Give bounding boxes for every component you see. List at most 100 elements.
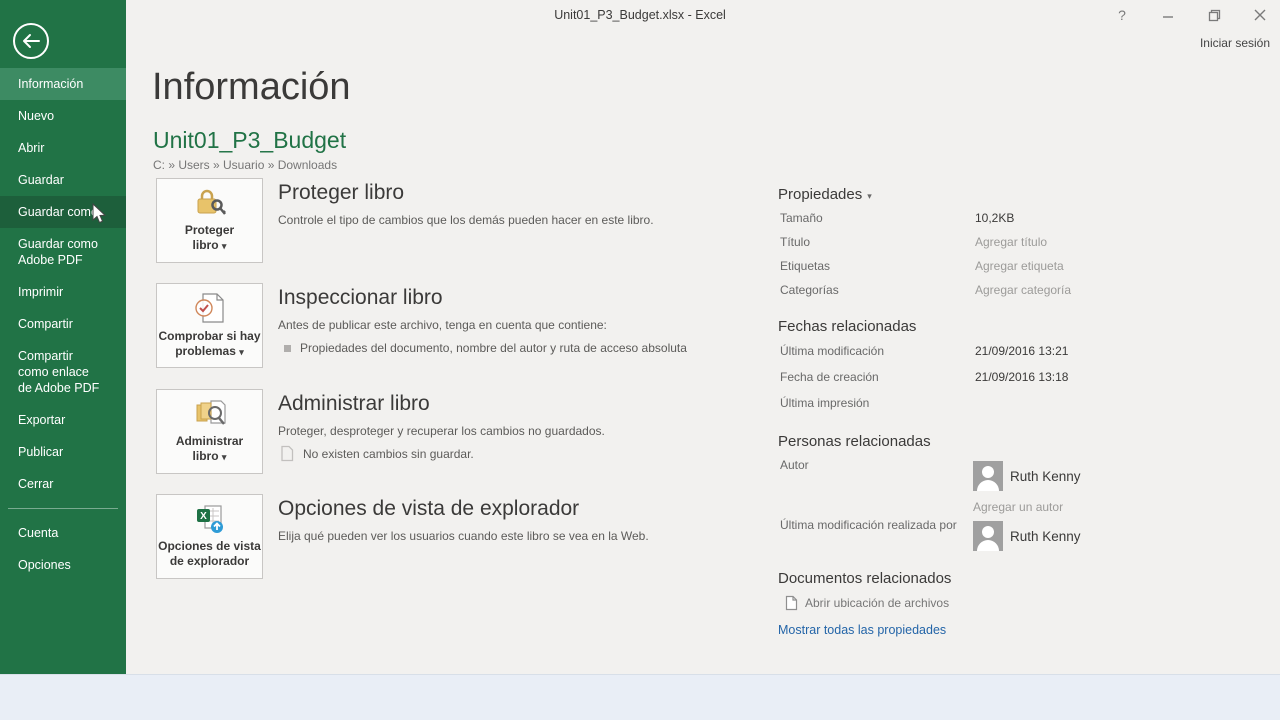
browser-view-desc: Elija qué pueden ver los usuarios cuando…: [278, 529, 649, 543]
section-inspect-workbook: Comprobar si hay problemas ▾ Inspecciona…: [156, 283, 758, 368]
property-label: Categorías: [780, 283, 839, 297]
property-value: 10,2KB: [975, 211, 1015, 225]
property-label: Tamaño: [780, 211, 823, 225]
sidebar-item-compartir-enlace-adobe-pdf[interactable]: Compartir como enlace de Adobe PDF: [0, 340, 112, 404]
sidebar-item-imprimir[interactable]: Imprimir: [0, 276, 126, 308]
author-label-row: Autor: [780, 458, 975, 472]
backstage-nav: Información Nuevo Abrir Guardar Guardar …: [0, 68, 126, 581]
check-for-issues-button[interactable]: Comprobar si hay problemas ▾: [156, 283, 263, 368]
mouse-cursor: [92, 203, 107, 224]
property-label: Etiquetas: [780, 259, 831, 273]
property-row-tags: Etiquetas Agregar etiqueta: [780, 259, 1064, 273]
window-title: Unit01_P3_Budget.xlsx - Excel: [554, 8, 726, 22]
sidebar-item-cuenta[interactable]: Cuenta: [0, 517, 126, 549]
document-icon: [785, 595, 798, 611]
open-file-location[interactable]: Abrir ubicación de archivos: [785, 595, 949, 611]
svg-text:X: X: [200, 511, 207, 522]
window-controls: ?: [1110, 4, 1272, 26]
close-icon: [1254, 9, 1266, 21]
square-bullet-icon: [284, 344, 291, 352]
restore-icon: [1208, 9, 1220, 21]
taskbar: 1 T: [0, 674, 1280, 720]
sidebar-item-opciones[interactable]: Opciones: [0, 549, 126, 581]
sign-in-link[interactable]: Iniciar sesión: [1200, 36, 1270, 50]
add-author-field[interactable]: Agregar un autor: [973, 500, 1063, 514]
browser-view-icon: X: [196, 505, 223, 533]
author-person[interactable]: Ruth Kenny: [973, 461, 1081, 491]
property-label: Título: [780, 235, 811, 249]
inspect-button-label-line2: problemas: [175, 343, 236, 358]
protect-workbook-button[interactable]: Proteger libro ▾: [156, 178, 263, 263]
sidebar-item-informacion[interactable]: Información: [0, 68, 126, 100]
chevron-down-icon: ▾: [867, 191, 872, 201]
avatar: [973, 521, 1003, 551]
manage-desc: Proteger, desproteger y recuperar los ca…: [278, 424, 605, 438]
inspect-bullet-text: Propiedades del documento, nombre del au…: [300, 341, 687, 355]
file-path: C: » Users » Usuario » Downloads: [153, 158, 338, 172]
sidebar-item-guardar-como-adobe-pdf[interactable]: Guardar como Adobe PDF: [0, 228, 110, 276]
help-icon: ?: [1118, 7, 1126, 23]
dropdown-caret-icon: ▾: [221, 451, 227, 462]
sidebar-item-guardar-como[interactable]: Guardar como: [0, 196, 126, 228]
help-button[interactable]: ?: [1110, 4, 1134, 26]
back-arrow-icon: [23, 34, 40, 48]
back-button[interactable]: [13, 23, 49, 59]
protect-button-label-line1: Proteger: [184, 222, 235, 237]
property-value-placeholder[interactable]: Agregar título: [975, 235, 1047, 249]
show-all-properties-link[interactable]: Mostrar todas las propiedades: [778, 623, 946, 637]
inspect-desc: Antes de publicar este archivo, tenga en…: [278, 318, 607, 332]
protect-heading: Proteger libro: [278, 181, 405, 204]
manage-heading: Administrar libro: [278, 392, 430, 415]
manage-button-label-line2: libro: [192, 448, 219, 463]
manage-note-text: No existen cambios sin guardar.: [303, 446, 474, 461]
property-value-placeholder[interactable]: Agregar categoría: [975, 283, 1071, 297]
sidebar-item-nuevo[interactable]: Nuevo: [0, 100, 126, 132]
dates-heading: Fechas relacionadas: [778, 318, 916, 335]
sidebar-item-compartir[interactable]: Compartir: [0, 308, 126, 340]
date-value: 21/09/2016 13:18: [975, 370, 1069, 384]
modified-by-label: Última modificación realizada por: [780, 518, 957, 532]
author-label: Autor: [780, 458, 809, 472]
sidebar-item-publicar[interactable]: Publicar: [0, 436, 126, 468]
manage-workbook-button[interactable]: Administrar libro ▾: [156, 389, 263, 474]
close-button[interactable]: [1248, 4, 1272, 26]
lock-key-icon: [197, 189, 226, 215]
date-row-printed: Última impresión: [780, 396, 975, 410]
backstage-sidebar: Información Nuevo Abrir Guardar Guardar …: [0, 0, 126, 674]
browser-view-heading: Opciones de vista de explorador: [278, 497, 580, 520]
people-heading-label: Personas relacionadas: [778, 433, 931, 450]
property-row-categories: Categorías Agregar categoría: [780, 283, 1071, 297]
modified-by-name: Ruth Kenny: [1010, 528, 1081, 544]
browser-view-label-line2: de explorador: [169, 554, 250, 568]
avatar: [973, 461, 1003, 491]
page-title: Información: [152, 66, 351, 108]
property-value-placeholder[interactable]: Agregar etiqueta: [975, 259, 1064, 273]
open-location-label: Abrir ubicación de archivos: [805, 596, 950, 610]
sidebar-item-abrir[interactable]: Abrir: [0, 132, 126, 164]
properties-heading[interactable]: Propiedades ▾: [778, 186, 872, 203]
date-label: Fecha de creación: [780, 370, 879, 384]
manage-versions-icon: [196, 399, 226, 425]
property-row-title: Título Agregar título: [780, 235, 1047, 249]
browser-view-label-line1: Opciones de vista: [158, 539, 261, 553]
sidebar-divider: [8, 508, 118, 509]
documents-heading: Documentos relacionados: [778, 570, 951, 587]
date-value: 21/09/2016 13:21: [975, 344, 1069, 358]
sidebar-item-cerrar[interactable]: Cerrar: [0, 468, 126, 500]
section-browser-view-options: X Opciones de vista de explorador Opcion…: [156, 494, 758, 579]
inspect-document-icon: [194, 292, 224, 323]
browser-view-options-button[interactable]: X Opciones de vista de explorador: [156, 494, 263, 579]
author-name: Ruth Kenny: [1010, 468, 1081, 484]
property-row-size: Tamaño 10,2KB: [780, 211, 1014, 225]
modified-by-person[interactable]: Ruth Kenny: [973, 521, 1081, 551]
properties-heading-label: Propiedades: [778, 186, 863, 203]
date-row-modified: Última modificación 21/09/2016 13:21: [780, 344, 1068, 358]
file-name: Unit01_P3_Budget: [153, 127, 347, 153]
sidebar-item-guardar[interactable]: Guardar: [0, 164, 126, 196]
no-unsaved-changes-icon: [281, 445, 294, 462]
minimize-button[interactable]: [1156, 4, 1180, 26]
people-heading: Personas relacionadas: [778, 433, 931, 450]
restore-button[interactable]: [1202, 4, 1226, 26]
sidebar-item-exportar[interactable]: Exportar: [0, 404, 126, 436]
dropdown-caret-icon: ▾: [221, 240, 227, 251]
